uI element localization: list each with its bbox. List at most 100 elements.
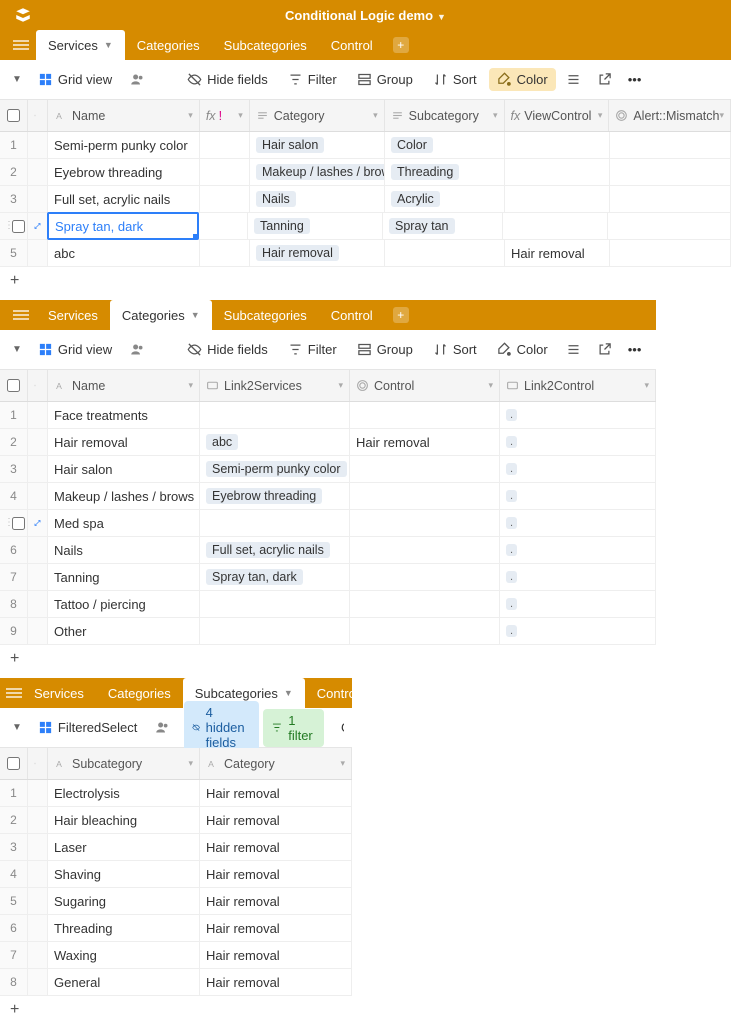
table-row[interactable]: 8 General Hair removal [0,969,352,996]
cell-subcategory[interactable]: Sugaring [48,888,200,914]
select-all-checkbox[interactable] [0,370,28,401]
table-row[interactable]: 2 Hair bleaching Hair removal [0,807,352,834]
cell-name[interactable]: Hair removal [48,429,200,455]
add-table-button[interactable]: + [385,30,417,60]
cell-name[interactable]: Tanning [48,564,200,590]
cell-subcategory[interactable]: Threading [48,915,200,941]
cell-alert[interactable] [610,159,731,185]
cell-link2control[interactable]: . [500,510,656,536]
cell-link2control[interactable]: . [500,429,656,455]
cell-name[interactable]: Face treatments [48,402,200,428]
row-number[interactable]: 1 [0,402,28,428]
view-name[interactable]: FilteredSelect [30,716,145,739]
add-row-button[interactable]: + [0,645,656,672]
cell-name[interactable]: Hair salon [48,456,200,482]
row-number[interactable]: 3 [0,834,28,860]
cell-subcategory[interactable]: Acrylic [385,186,505,212]
cell-name[interactable]: abc [48,240,200,266]
cell-name[interactable]: Full set, acrylic nails [48,186,200,212]
tab-services[interactable]: Services [22,678,96,708]
cell-link2services[interactable]: Eyebrow threading [200,483,350,509]
cell-control[interactable]: Hair removal [350,429,500,455]
cell-control[interactable] [350,402,500,428]
table-row[interactable]: 2 Hair removal abc Hair removal . [0,429,656,456]
cell-formula[interactable] [200,132,250,158]
color-button[interactable]: Color [489,338,556,361]
cell-category[interactable]: Tanning [248,213,383,239]
cell-subcategory[interactable]: Electrolysis [48,780,200,806]
cell-control[interactable] [350,564,500,590]
menu-icon[interactable] [6,678,22,708]
row-number[interactable]: 6 [0,915,28,941]
row-number[interactable]: 4 [0,483,28,509]
row-height-button[interactable] [560,338,587,361]
cell-name[interactable]: Med spa [48,510,200,536]
cell-subcategory[interactable]: General [48,969,200,995]
cell-category[interactable]: Hair salon [250,132,385,158]
cell-link2control[interactable]: . [500,456,656,482]
cell-alert[interactable] [610,186,731,212]
view-name[interactable]: Grid view [30,68,120,91]
cell-alert[interactable] [610,240,731,266]
cell-category[interactable]: Hair removal [200,915,352,941]
col-alert[interactable]: Alert::Mismatch▾ [609,100,731,131]
views-toggle[interactable]: ▼ [8,340,26,359]
col-category[interactable]: Category▾ [250,100,385,131]
more-button[interactable]: ••• [622,338,648,361]
cell-subcategory[interactable]: Hair bleaching [48,807,200,833]
cell-name[interactable]: Eyebrow threading [48,159,200,185]
collaborators-icon[interactable] [149,716,176,739]
col-control[interactable]: Control▾ [350,370,500,401]
views-toggle[interactable]: ▼ [8,70,26,89]
cell-control[interactable] [350,618,500,644]
cell-link2services[interactable]: Full set, acrylic nails [200,537,350,563]
cell-subcategory[interactable]: Color [385,132,505,158]
cell-category[interactable]: Hair removal [200,834,352,860]
expand-icon[interactable] [28,213,48,239]
cell-category[interactable]: Hair removal [250,240,385,266]
filter-button[interactable]: Filter [280,68,345,91]
table-row[interactable]: 1 Face treatments . [0,402,656,429]
cell-formula[interactable] [200,240,250,266]
table-row[interactable]: ⋮⋮ Spray tan, dark Tanning Spray tan [0,213,731,240]
cell-category[interactable]: Makeup / lashes / brows [250,159,385,185]
tab-subcategories[interactable]: Subcategories [212,300,319,330]
tab-categories[interactable]: Categories [96,678,183,708]
cell-subcategory[interactable]: Threading [385,159,505,185]
row-number[interactable]: 5 [0,240,28,266]
col-subcategory[interactable]: ASubcategory▾ [48,748,200,779]
col-name[interactable]: AName▾ [48,100,200,131]
group-button[interactable]: Gro [328,716,344,739]
tab-control[interactable]: Control [319,300,385,330]
cell-link2services[interactable]: abc [200,429,350,455]
cell-name[interactable]: Makeup / lashes / brows [48,483,200,509]
row-height-button[interactable] [560,68,587,91]
table-row[interactable]: 2 Eyebrow threading Makeup / lashes / br… [0,159,731,186]
table-row[interactable]: 4 Shaving Hair removal [0,861,352,888]
hide-fields-button[interactable]: Hide fields [179,68,276,91]
tab-services[interactable]: Services [36,300,110,330]
cell-alert[interactable] [608,213,731,239]
col-viewcontrol[interactable]: fxViewControl▾ [505,100,610,131]
collaborators-icon[interactable] [124,68,151,91]
col-subcategory[interactable]: Subcategory▾ [385,100,505,131]
row-number[interactable]: 2 [0,429,28,455]
tab-control[interactable]: Control [319,30,385,60]
select-all-checkbox[interactable] [0,748,28,779]
cell-subcategory[interactable]: Spray tan [383,213,503,239]
cell-name[interactable]: Tattoo / piercing [48,591,200,617]
row-number[interactable]: 1 [0,132,28,158]
tab-subcategories[interactable]: Subcategories [212,30,319,60]
row-number[interactable]: 3 [0,456,28,482]
row-checkbox[interactable]: ⋮⋮ [0,510,28,536]
cell-category[interactable]: Hair removal [200,807,352,833]
cell-category[interactable]: Hair removal [200,969,352,995]
tab-services[interactable]: Services▼ [36,30,125,60]
view-name[interactable]: Grid view [30,338,120,361]
expand-icon[interactable] [28,510,48,536]
row-number[interactable]: 6 [0,537,28,563]
add-row-button[interactable]: + [0,267,731,294]
table-row[interactable]: 8 Tattoo / piercing . [0,591,656,618]
menu-icon[interactable] [6,300,36,330]
table-row[interactable]: 6 Threading Hair removal [0,915,352,942]
